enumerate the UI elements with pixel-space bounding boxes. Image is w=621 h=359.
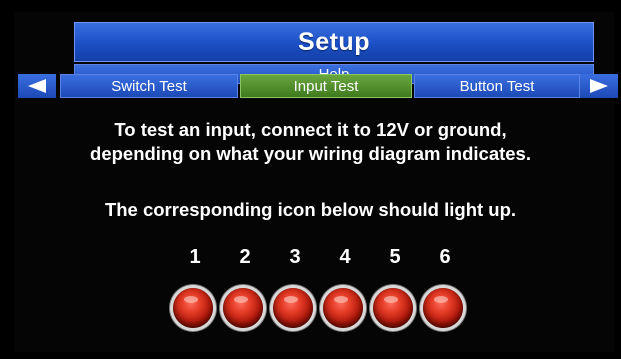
instruction-line-2: depending on what your wiring diagram in… — [90, 143, 531, 164]
tab-button-test[interactable]: Button Test — [414, 74, 580, 98]
next-tab-button[interactable] — [580, 74, 618, 98]
input-indicators: 1 2 3 4 5 6 — [170, 246, 470, 336]
tab-switch-test[interactable]: Switch Test — [60, 74, 238, 98]
input-number: 2 — [239, 246, 251, 268]
led-indicator-icon — [173, 288, 213, 328]
page-title: Setup — [74, 22, 594, 62]
led-indicator-icon — [273, 288, 313, 328]
input-indicator-4: 4 — [320, 246, 370, 336]
hint-text: The corresponding icon below should ligh… — [104, 199, 517, 220]
instructions-text: To test an input, connect it to 12V or g… — [20, 118, 601, 166]
triangle-left-icon — [28, 79, 46, 93]
triangle-right-icon — [590, 79, 608, 93]
led-indicator-icon — [423, 288, 463, 328]
input-indicator-6: 6 — [420, 246, 470, 336]
led-indicator-icon — [223, 288, 263, 328]
led-indicator-icon — [323, 288, 363, 328]
input-number: 6 — [439, 246, 451, 268]
input-indicator-2: 2 — [220, 246, 270, 336]
input-number: 3 — [289, 246, 301, 268]
input-number: 4 — [339, 246, 351, 268]
input-indicator-3: 3 — [270, 246, 320, 336]
input-number: 1 — [189, 246, 201, 268]
input-indicator-5: 5 — [370, 246, 420, 336]
led-indicator-icon — [373, 288, 413, 328]
instruction-line-1: To test an input, connect it to 12V or g… — [114, 119, 507, 140]
input-number: 5 — [389, 246, 401, 268]
tab-bar: Switch Test Input Test Button Test — [18, 74, 618, 98]
prev-tab-button[interactable] — [18, 74, 56, 98]
tab-input-test[interactable]: Input Test — [240, 74, 412, 98]
input-indicator-1: 1 — [170, 246, 220, 336]
